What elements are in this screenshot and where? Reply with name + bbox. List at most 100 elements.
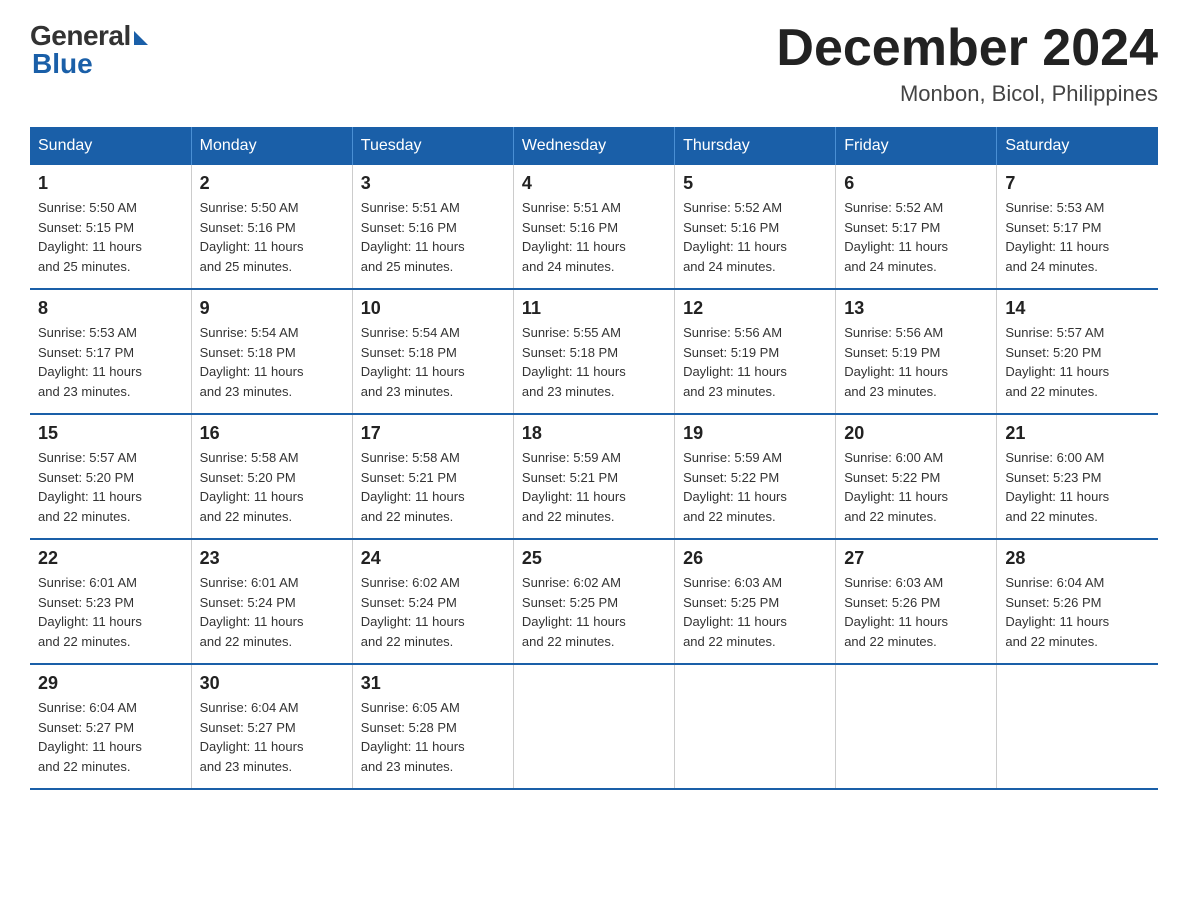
day-number: 4	[522, 173, 666, 194]
calendar-cell: 14 Sunrise: 5:57 AMSunset: 5:20 PMDaylig…	[997, 289, 1158, 414]
day-number: 22	[38, 548, 183, 569]
day-info: Sunrise: 6:03 AMSunset: 5:25 PMDaylight:…	[683, 573, 827, 651]
calendar-cell	[513, 664, 674, 789]
calendar-cell: 23 Sunrise: 6:01 AMSunset: 5:24 PMDaylig…	[191, 539, 352, 664]
calendar-cell: 10 Sunrise: 5:54 AMSunset: 5:18 PMDaylig…	[352, 289, 513, 414]
day-number: 31	[361, 673, 505, 694]
week-row-2: 8 Sunrise: 5:53 AMSunset: 5:17 PMDayligh…	[30, 289, 1158, 414]
week-row-3: 15 Sunrise: 5:57 AMSunset: 5:20 PMDaylig…	[30, 414, 1158, 539]
day-info: Sunrise: 6:05 AMSunset: 5:28 PMDaylight:…	[361, 698, 505, 776]
day-info: Sunrise: 6:00 AMSunset: 5:22 PMDaylight:…	[844, 448, 988, 526]
calendar-cell: 30 Sunrise: 6:04 AMSunset: 5:27 PMDaylig…	[191, 664, 352, 789]
calendar-table: SundayMondayTuesdayWednesdayThursdayFrid…	[30, 127, 1158, 790]
day-number: 1	[38, 173, 183, 194]
header-tuesday: Tuesday	[352, 127, 513, 165]
day-info: Sunrise: 5:57 AMSunset: 5:20 PMDaylight:…	[1005, 323, 1150, 401]
day-info: Sunrise: 6:04 AMSunset: 5:27 PMDaylight:…	[38, 698, 183, 776]
calendar-cell: 11 Sunrise: 5:55 AMSunset: 5:18 PMDaylig…	[513, 289, 674, 414]
day-info: Sunrise: 5:57 AMSunset: 5:20 PMDaylight:…	[38, 448, 183, 526]
day-info: Sunrise: 6:01 AMSunset: 5:23 PMDaylight:…	[38, 573, 183, 651]
calendar-cell: 3 Sunrise: 5:51 AMSunset: 5:16 PMDayligh…	[352, 165, 513, 289]
day-number: 28	[1005, 548, 1150, 569]
day-number: 18	[522, 423, 666, 444]
calendar-cell: 4 Sunrise: 5:51 AMSunset: 5:16 PMDayligh…	[513, 165, 674, 289]
day-number: 19	[683, 423, 827, 444]
calendar-cell: 17 Sunrise: 5:58 AMSunset: 5:21 PMDaylig…	[352, 414, 513, 539]
day-number: 12	[683, 298, 827, 319]
day-number: 24	[361, 548, 505, 569]
day-info: Sunrise: 5:55 AMSunset: 5:18 PMDaylight:…	[522, 323, 666, 401]
calendar-cell: 24 Sunrise: 6:02 AMSunset: 5:24 PMDaylig…	[352, 539, 513, 664]
week-row-4: 22 Sunrise: 6:01 AMSunset: 5:23 PMDaylig…	[30, 539, 1158, 664]
day-number: 14	[1005, 298, 1150, 319]
day-number: 9	[200, 298, 344, 319]
location-subtitle: Monbon, Bicol, Philippines	[776, 81, 1158, 107]
day-number: 21	[1005, 423, 1150, 444]
day-number: 23	[200, 548, 344, 569]
day-number: 6	[844, 173, 988, 194]
calendar-cell: 21 Sunrise: 6:00 AMSunset: 5:23 PMDaylig…	[997, 414, 1158, 539]
calendar-cell: 26 Sunrise: 6:03 AMSunset: 5:25 PMDaylig…	[675, 539, 836, 664]
day-number: 3	[361, 173, 505, 194]
day-number: 27	[844, 548, 988, 569]
header-thursday: Thursday	[675, 127, 836, 165]
day-info: Sunrise: 5:52 AMSunset: 5:16 PMDaylight:…	[683, 198, 827, 276]
day-number: 8	[38, 298, 183, 319]
day-info: Sunrise: 6:02 AMSunset: 5:25 PMDaylight:…	[522, 573, 666, 651]
day-number: 5	[683, 173, 827, 194]
calendar-cell: 16 Sunrise: 5:58 AMSunset: 5:20 PMDaylig…	[191, 414, 352, 539]
day-number: 16	[200, 423, 344, 444]
day-number: 25	[522, 548, 666, 569]
calendar-cell: 20 Sunrise: 6:00 AMSunset: 5:22 PMDaylig…	[836, 414, 997, 539]
calendar-header-row: SundayMondayTuesdayWednesdayThursdayFrid…	[30, 127, 1158, 165]
calendar-cell: 27 Sunrise: 6:03 AMSunset: 5:26 PMDaylig…	[836, 539, 997, 664]
day-info: Sunrise: 5:58 AMSunset: 5:21 PMDaylight:…	[361, 448, 505, 526]
calendar-cell: 8 Sunrise: 5:53 AMSunset: 5:17 PMDayligh…	[30, 289, 191, 414]
day-info: Sunrise: 5:54 AMSunset: 5:18 PMDaylight:…	[200, 323, 344, 401]
calendar-cell: 1 Sunrise: 5:50 AMSunset: 5:15 PMDayligh…	[30, 165, 191, 289]
calendar-cell: 28 Sunrise: 6:04 AMSunset: 5:26 PMDaylig…	[997, 539, 1158, 664]
day-number: 17	[361, 423, 505, 444]
day-info: Sunrise: 5:53 AMSunset: 5:17 PMDaylight:…	[1005, 198, 1150, 276]
day-info: Sunrise: 5:53 AMSunset: 5:17 PMDaylight:…	[38, 323, 183, 401]
week-row-5: 29 Sunrise: 6:04 AMSunset: 5:27 PMDaylig…	[30, 664, 1158, 789]
calendar-cell	[997, 664, 1158, 789]
logo: General Blue	[30, 20, 148, 80]
calendar-cell: 5 Sunrise: 5:52 AMSunset: 5:16 PMDayligh…	[675, 165, 836, 289]
day-number: 11	[522, 298, 666, 319]
calendar-cell: 25 Sunrise: 6:02 AMSunset: 5:25 PMDaylig…	[513, 539, 674, 664]
calendar-cell: 19 Sunrise: 5:59 AMSunset: 5:22 PMDaylig…	[675, 414, 836, 539]
day-number: 10	[361, 298, 505, 319]
day-info: Sunrise: 6:04 AMSunset: 5:26 PMDaylight:…	[1005, 573, 1150, 651]
day-number: 7	[1005, 173, 1150, 194]
day-info: Sunrise: 6:04 AMSunset: 5:27 PMDaylight:…	[200, 698, 344, 776]
calendar-cell: 18 Sunrise: 5:59 AMSunset: 5:21 PMDaylig…	[513, 414, 674, 539]
calendar-cell: 2 Sunrise: 5:50 AMSunset: 5:16 PMDayligh…	[191, 165, 352, 289]
day-info: Sunrise: 5:51 AMSunset: 5:16 PMDaylight:…	[522, 198, 666, 276]
day-info: Sunrise: 5:59 AMSunset: 5:21 PMDaylight:…	[522, 448, 666, 526]
calendar-cell: 9 Sunrise: 5:54 AMSunset: 5:18 PMDayligh…	[191, 289, 352, 414]
day-info: Sunrise: 5:54 AMSunset: 5:18 PMDaylight:…	[361, 323, 505, 401]
header-friday: Friday	[836, 127, 997, 165]
logo-blue-text: Blue	[30, 48, 93, 80]
day-number: 13	[844, 298, 988, 319]
month-year-title: December 2024	[776, 20, 1158, 77]
day-info: Sunrise: 6:01 AMSunset: 5:24 PMDaylight:…	[200, 573, 344, 651]
day-number: 26	[683, 548, 827, 569]
day-info: Sunrise: 5:51 AMSunset: 5:16 PMDaylight:…	[361, 198, 505, 276]
day-number: 29	[38, 673, 183, 694]
day-info: Sunrise: 6:03 AMSunset: 5:26 PMDaylight:…	[844, 573, 988, 651]
day-info: Sunrise: 5:58 AMSunset: 5:20 PMDaylight:…	[200, 448, 344, 526]
day-number: 30	[200, 673, 344, 694]
calendar-cell: 31 Sunrise: 6:05 AMSunset: 5:28 PMDaylig…	[352, 664, 513, 789]
header-monday: Monday	[191, 127, 352, 165]
calendar-cell	[836, 664, 997, 789]
calendar-cell: 7 Sunrise: 5:53 AMSunset: 5:17 PMDayligh…	[997, 165, 1158, 289]
day-info: Sunrise: 5:59 AMSunset: 5:22 PMDaylight:…	[683, 448, 827, 526]
page-header: General Blue December 2024 Monbon, Bicol…	[30, 20, 1158, 107]
day-info: Sunrise: 6:02 AMSunset: 5:24 PMDaylight:…	[361, 573, 505, 651]
header-wednesday: Wednesday	[513, 127, 674, 165]
calendar-cell: 13 Sunrise: 5:56 AMSunset: 5:19 PMDaylig…	[836, 289, 997, 414]
day-info: Sunrise: 5:52 AMSunset: 5:17 PMDaylight:…	[844, 198, 988, 276]
calendar-cell: 15 Sunrise: 5:57 AMSunset: 5:20 PMDaylig…	[30, 414, 191, 539]
